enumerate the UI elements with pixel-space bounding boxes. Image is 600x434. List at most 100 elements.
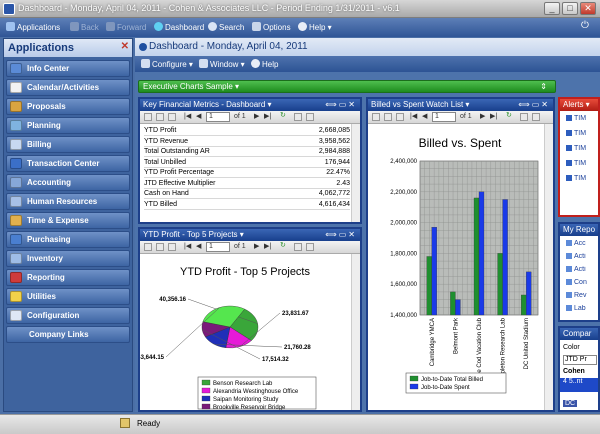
sidebar-item-purchasing[interactable]: Purchasing	[6, 231, 130, 248]
close-button[interactable]: ✕	[580, 2, 596, 15]
toolbar-tree-icon[interactable]	[156, 243, 164, 251]
report-item[interactable]: Con	[566, 279, 594, 288]
table-row[interactable]: YTD Revenue 3,958,562	[144, 137, 350, 147]
sidebar-close-icon[interactable]: ✕	[121, 41, 129, 52]
company-row[interactable]: 4 5..nt	[560, 378, 598, 392]
next-page-icon[interactable]: ▶	[254, 112, 259, 120]
page-input[interactable]: 1	[206, 242, 230, 252]
alert-item[interactable]: TIM	[566, 145, 594, 154]
report-icon	[566, 305, 572, 311]
alert-icon	[566, 130, 572, 136]
menu-search[interactable]: Search	[208, 22, 244, 32]
alert-item[interactable]: TIM	[566, 175, 594, 184]
alert-item[interactable]: TIM	[566, 160, 594, 169]
print-icon[interactable]	[306, 243, 314, 251]
toolbar-grid-icon[interactable]	[144, 113, 152, 121]
print-icon[interactable]	[306, 113, 314, 121]
toolbar-grid-icon[interactable]	[372, 113, 380, 121]
prev-page-icon[interactable]: ◀	[422, 112, 427, 120]
sidebar-item-calendar-activities[interactable]: Calendar/Activities	[6, 79, 130, 96]
panel-controls[interactable]: ⟺▭✕	[325, 229, 357, 241]
next-page-icon[interactable]: ▶	[254, 242, 259, 250]
prev-page-icon[interactable]: ◀	[196, 242, 201, 250]
sidebar-item-planning[interactable]: Planning	[6, 117, 130, 134]
power-icon[interactable]: ⏻	[581, 20, 589, 31]
sidebar-item-human-resources[interactable]: Human Resources	[6, 193, 130, 210]
sidebar-item-inventory[interactable]: Inventory	[6, 250, 130, 267]
panel-controls[interactable]: ⟺▭✕	[518, 99, 550, 111]
table-row[interactable]: Cash on Hand 4,062,772	[144, 189, 350, 199]
prev-page-icon[interactable]: ◀	[196, 112, 201, 120]
table-row[interactable]: JTD Effective Multiplier 2.43	[144, 179, 350, 189]
metric-label: Cash on Hand	[144, 190, 189, 197]
sidebar-header: Applications ✕	[4, 39, 132, 57]
expand-arrows-icon[interactable]: ⇕	[540, 81, 547, 92]
print-icon[interactable]	[532, 113, 540, 121]
last-page-icon[interactable]: ▶|	[264, 112, 271, 120]
window-menu[interactable]: Window ▾	[199, 59, 245, 69]
billed-scrollbar[interactable]	[544, 124, 553, 410]
toolbar-list-icon[interactable]	[396, 113, 404, 121]
report-item[interactable]: Acti	[566, 253, 594, 262]
last-page-icon[interactable]: ▶|	[264, 242, 271, 250]
toolbar-list-icon[interactable]	[168, 113, 176, 121]
table-row[interactable]: Total Unbilled 176,944	[144, 158, 350, 168]
first-page-icon[interactable]: |◀	[410, 112, 417, 120]
sidebar-item-configuration[interactable]: Configuration	[6, 307, 130, 324]
configure-menu[interactable]: Configure ▾	[141, 59, 193, 69]
menu-dashboard[interactable]: Dashboard	[154, 22, 204, 32]
table-row[interactable]: YTD Profit 2,668,085	[144, 126, 350, 136]
first-page-icon[interactable]: |◀	[184, 242, 191, 250]
kfm-scrollbar[interactable]	[351, 124, 360, 222]
report-item[interactable]: Acti	[566, 266, 594, 275]
page-input[interactable]: 1	[432, 112, 456, 122]
report-item[interactable]: Lab	[566, 305, 594, 314]
last-page-icon[interactable]: ▶|	[490, 112, 497, 120]
metric-value: 3,958,562	[318, 137, 350, 145]
sidebar-item-reporting[interactable]: Reporting	[6, 269, 130, 286]
table-row[interactable]: YTD Profit Percentage 22.47%	[144, 168, 350, 178]
sidebar-item-utilities[interactable]: Utilities	[6, 288, 130, 305]
alert-item[interactable]: TIM	[566, 130, 594, 139]
page-input[interactable]: 1	[206, 112, 230, 122]
menu-back[interactable]: Back	[70, 22, 99, 32]
table-row[interactable]: YTD Billed 4,616,434	[144, 200, 350, 210]
report-item[interactable]: Rev	[566, 292, 594, 301]
menu-options[interactable]: Options	[252, 22, 291, 32]
menu-applications[interactable]: Applications	[6, 22, 60, 32]
alerts-title: Alerts	[563, 100, 584, 109]
sidebar-item-accounting[interactable]: Accounting	[6, 174, 130, 191]
next-page-icon[interactable]: ▶	[480, 112, 485, 120]
table-row[interactable]: Total Outstanding AR 2,984,888	[144, 147, 350, 157]
sidebar-item-info-center[interactable]: Info Center	[6, 60, 130, 77]
toolbar-grid-icon[interactable]	[144, 243, 152, 251]
sidebar-item-proposals[interactable]: Proposals	[6, 98, 130, 115]
export-icon[interactable]	[294, 243, 302, 251]
menu-help[interactable]: Help ▾	[298, 22, 332, 32]
toolbar-list-icon[interactable]	[168, 243, 176, 251]
profit-scrollbar[interactable]	[351, 254, 360, 410]
first-page-icon[interactable]: |◀	[184, 112, 191, 120]
export-icon[interactable]	[520, 113, 528, 121]
dashboard-help[interactable]: Help	[251, 59, 278, 69]
sidebar-item-transaction-center[interactable]: Transaction Center	[6, 155, 130, 172]
legend-swatch	[201, 395, 211, 402]
toolbar-tree-icon[interactable]	[156, 113, 164, 121]
export-icon[interactable]	[294, 113, 302, 121]
refresh-icon[interactable]: ↻	[280, 241, 286, 249]
alert-item[interactable]: TIM	[566, 115, 594, 124]
refresh-icon[interactable]: ↻	[280, 111, 286, 119]
panel-controls[interactable]: ⟺▭✕	[325, 99, 357, 111]
executive-charts-bar[interactable]: Executive Charts Sample ▾ ⇕	[138, 80, 556, 93]
maximize-button[interactable]: □	[562, 2, 578, 15]
minimize-button[interactable]: _	[544, 2, 560, 15]
toolbar-tree-icon[interactable]	[384, 113, 392, 121]
report-item[interactable]: Acc	[566, 240, 594, 249]
legend-swatch	[201, 387, 211, 394]
metric-select[interactable]: JTD Pr	[563, 355, 597, 365]
sidebar-item-time-expense[interactable]: Time & Expense	[6, 212, 130, 229]
sidebar-item-company-links[interactable]: Company Links	[6, 326, 130, 343]
menu-forward[interactable]: Forward	[106, 22, 146, 32]
sidebar-item-billing[interactable]: Billing	[6, 136, 130, 153]
refresh-icon[interactable]: ↻	[506, 111, 512, 119]
